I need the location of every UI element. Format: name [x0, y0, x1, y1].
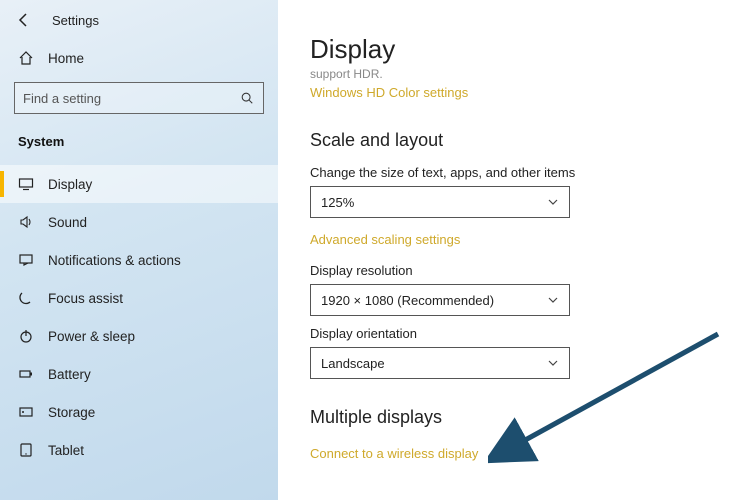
hdr-hint: support HDR. — [310, 67, 718, 81]
battery-icon — [18, 366, 34, 382]
nav-label: Battery — [48, 367, 91, 382]
sidebar-group-label: System — [0, 124, 278, 165]
annotation-arrow — [488, 324, 728, 464]
nav-label: Display — [48, 177, 92, 192]
scale-group: Change the size of text, apps, and other… — [310, 165, 718, 249]
sound-icon — [18, 214, 34, 230]
sidebar-item-display[interactable]: Display — [0, 165, 278, 203]
storage-icon — [18, 404, 34, 420]
nav-label: Focus assist — [48, 291, 123, 306]
resolution-group: Display resolution 1920 × 1080 (Recommen… — [310, 263, 718, 316]
sidebar-item-home[interactable]: Home — [0, 40, 278, 76]
power-icon — [18, 328, 34, 344]
nav-label: Tablet — [48, 443, 84, 458]
sidebar-item-notifications[interactable]: Notifications & actions — [0, 241, 278, 279]
nav-label: Storage — [48, 405, 95, 420]
search-input[interactable] — [23, 91, 239, 106]
page-title: Display — [310, 34, 718, 65]
scale-value: 125% — [321, 195, 354, 210]
chevron-down-icon — [547, 196, 559, 208]
notifications-icon — [18, 252, 34, 268]
wireless-display-link[interactable]: Connect to a wireless display — [310, 446, 478, 461]
resolution-label: Display resolution — [310, 263, 718, 278]
chevron-down-icon — [547, 294, 559, 306]
sidebar-item-battery[interactable]: Battery — [0, 355, 278, 393]
scale-label: Change the size of text, apps, and other… — [310, 165, 718, 180]
focus-assist-icon — [18, 290, 34, 306]
display-icon — [18, 176, 34, 192]
topbar: Settings — [0, 12, 278, 40]
nav-label: Sound — [48, 215, 87, 230]
home-label: Home — [48, 51, 84, 66]
hd-color-settings-link[interactable]: Windows HD Color settings — [310, 85, 468, 100]
sidebar-item-focus-assist[interactable]: Focus assist — [0, 279, 278, 317]
scale-select[interactable]: 125% — [310, 186, 570, 218]
nav-label: Power & sleep — [48, 329, 135, 344]
home-icon — [18, 50, 34, 66]
advanced-scaling-link[interactable]: Advanced scaling settings — [310, 232, 460, 247]
sidebar-item-storage[interactable]: Storage — [0, 393, 278, 431]
window-title: Settings — [52, 13, 99, 28]
main-content: Display support HDR. Windows HD Color se… — [278, 0, 750, 500]
sidebar: Settings Home System Display Sound — [0, 0, 278, 500]
orientation-value: Landscape — [321, 356, 385, 371]
scale-layout-heading: Scale and layout — [310, 130, 718, 151]
sidebar-item-power-sleep[interactable]: Power & sleep — [0, 317, 278, 355]
back-button[interactable] — [16, 12, 32, 28]
search-box[interactable] — [14, 82, 264, 114]
search-icon — [239, 90, 255, 106]
nav-label: Notifications & actions — [48, 253, 181, 268]
sidebar-item-tablet[interactable]: Tablet — [0, 431, 278, 469]
tablet-icon — [18, 442, 34, 458]
resolution-select[interactable]: 1920 × 1080 (Recommended) — [310, 284, 570, 316]
resolution-value: 1920 × 1080 (Recommended) — [321, 293, 494, 308]
sidebar-item-sound[interactable]: Sound — [0, 203, 278, 241]
search-container — [0, 76, 278, 124]
settings-app: Settings Home System Display Sound — [0, 0, 750, 500]
